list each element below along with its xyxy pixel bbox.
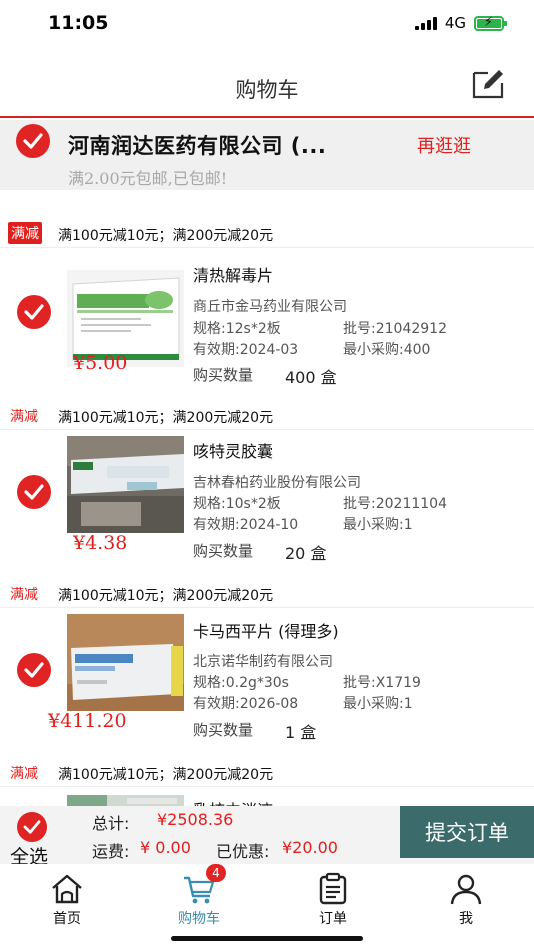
- submit-order-button[interactable]: 提交订单: [400, 806, 534, 858]
- quantity-label: 购买数量: [193, 542, 254, 560]
- promo-row: 满减 满100元减10元；满200元减20元: [0, 218, 534, 248]
- tab-cart[interactable]: 4 购物车: [154, 864, 244, 928]
- status-indicators: 4G ⚡: [414, 14, 507, 32]
- tab-me[interactable]: 我: [421, 872, 511, 928]
- quantity-label: 购买数量: [193, 721, 254, 739]
- promo-row: 满减 满100元减10元；满200元减20元: [0, 757, 534, 787]
- item-price: ¥411.20: [48, 710, 127, 732]
- product-batch: 批号:21042912: [343, 321, 447, 337]
- total-label: 总计:: [92, 814, 130, 833]
- product-image[interactable]: [67, 614, 184, 711]
- promo-text: 满100元减10元；满200元减20元: [58, 228, 274, 244]
- product-expiry: 有效期:2024-10: [193, 517, 299, 533]
- continue-shopping-link[interactable]: 再逛逛: [417, 132, 471, 158]
- battery-icon: ⚡: [474, 15, 507, 31]
- promo-row: 满减 满100元减10元；满200元减20元: [0, 578, 534, 608]
- product-expiry: 有效期:2024-03: [193, 342, 299, 358]
- product-name[interactable]: 卡马西平片 (得理多): [193, 618, 339, 642]
- product-min-buy: 最小采购:1: [343, 517, 413, 533]
- product-min-buy: 最小采购:1: [343, 696, 413, 712]
- page-title: 购物车: [235, 78, 299, 102]
- promo-tag: 满减: [8, 222, 42, 244]
- shipping-label: 运费:: [92, 842, 130, 861]
- cart-item: ¥4.38 咳特灵胶囊 吉林春柏药业股份有限公司 规格:10s*2板 批号:20…: [0, 430, 534, 580]
- tab-label: 购物车: [178, 911, 220, 927]
- product-spec: 规格:10s*2板: [193, 496, 281, 512]
- product-expiry: 有效期:2026-08: [193, 696, 299, 712]
- cart-item: 乳核内消液: [0, 787, 534, 806]
- shop-checkbox[interactable]: [16, 124, 50, 158]
- shop-name[interactable]: 河南润达医药有限公司 (...: [68, 130, 326, 160]
- status-bar: 11:05 4G ⚡: [0, 0, 534, 50]
- product-batch: 批号:X1719: [343, 675, 421, 691]
- home-icon: [50, 872, 84, 906]
- promo-row: 满减 满100元减10元；满200元减20元: [0, 400, 534, 430]
- edit-icon[interactable]: [470, 67, 506, 99]
- item-checkbox[interactable]: [17, 295, 51, 329]
- promo-tag: 满减: [10, 766, 38, 782]
- quantity-label: 购买数量: [193, 366, 254, 384]
- product-batch: 批号:20211104: [343, 496, 447, 512]
- cart-item: ¥411.20 卡马西平片 (得理多) 北京诺华制药有限公司 规格:0.2g*3…: [0, 608, 534, 758]
- nav-bar: 购物车: [0, 50, 534, 118]
- product-maker: 北京诺华制药有限公司: [193, 654, 333, 670]
- product-spec: 规格:12s*2板: [193, 321, 281, 337]
- shipping-value: ¥ 0.00: [140, 838, 191, 857]
- item-checkbox[interactable]: [17, 475, 51, 509]
- product-name[interactable]: 清热解毒片: [193, 262, 273, 286]
- quantity-value[interactable]: 1 盒: [285, 719, 316, 743]
- product-image[interactable]: [67, 793, 184, 806]
- item-checkbox[interactable]: [17, 653, 51, 687]
- total-value: ¥2508.36: [157, 810, 234, 829]
- product-image[interactable]: [67, 436, 184, 533]
- cart-icon: 4: [182, 864, 226, 906]
- network-label: 4G: [444, 14, 466, 32]
- tab-bar: 首页 4 购物车 订单 我: [0, 864, 534, 950]
- product-spec: 规格:0.2g*30s: [193, 675, 289, 691]
- product-maker: 商丘市金马药业有限公司: [193, 299, 347, 315]
- item-price: ¥5.00: [73, 352, 128, 374]
- product-name[interactable]: 咳特灵胶囊: [193, 438, 273, 462]
- product-maker: 吉林春柏药业股份有限公司: [193, 475, 361, 491]
- item-price: ¥4.38: [73, 532, 128, 554]
- order-list-icon: [316, 872, 350, 906]
- checkout-bar: 全选 总计: ¥2508.36 运费: ¥ 0.00 已优惠: ¥20.00 提…: [0, 806, 534, 868]
- promo-text: 满100元减10元；满200元减20元: [58, 588, 274, 604]
- discount-label: 已优惠:: [216, 842, 270, 861]
- promo-tag: 满减: [10, 409, 38, 425]
- tab-home[interactable]: 首页: [22, 872, 112, 928]
- promo-text: 满100元减10元；满200元减20元: [58, 410, 274, 426]
- signal-icon: [414, 16, 437, 30]
- tab-label: 订单: [319, 911, 347, 927]
- tab-orders[interactable]: 订单: [288, 872, 378, 928]
- discount-value: ¥20.00: [282, 838, 338, 857]
- shop-header: 河南润达医药有限公司 (... 再逛逛 满2.00元包邮,已包邮!: [0, 120, 534, 190]
- product-name[interactable]: 乳核内消液: [193, 797, 273, 806]
- promo-tag: 满减: [10, 587, 38, 603]
- promo-text: 满100元减10元；满200元减20元: [58, 767, 274, 783]
- user-icon: [449, 872, 483, 906]
- quantity-value[interactable]: 400 盒: [285, 364, 337, 388]
- cart-badge: 4: [206, 864, 226, 882]
- select-all-checkbox[interactable]: [17, 812, 47, 842]
- home-indicator: [171, 936, 363, 941]
- quantity-value[interactable]: 20 盒: [285, 540, 326, 564]
- cart-item: ¥5.00 清热解毒片 商丘市金马药业有限公司 规格:12s*2板 批号:210…: [0, 250, 534, 400]
- shipping-note: 满2.00元包邮,已包邮!: [68, 169, 228, 188]
- tab-label: 首页: [53, 911, 81, 927]
- product-min-buy: 最小采购:400: [343, 342, 431, 358]
- status-time: 11:05: [48, 12, 109, 34]
- tab-label: 我: [459, 911, 473, 927]
